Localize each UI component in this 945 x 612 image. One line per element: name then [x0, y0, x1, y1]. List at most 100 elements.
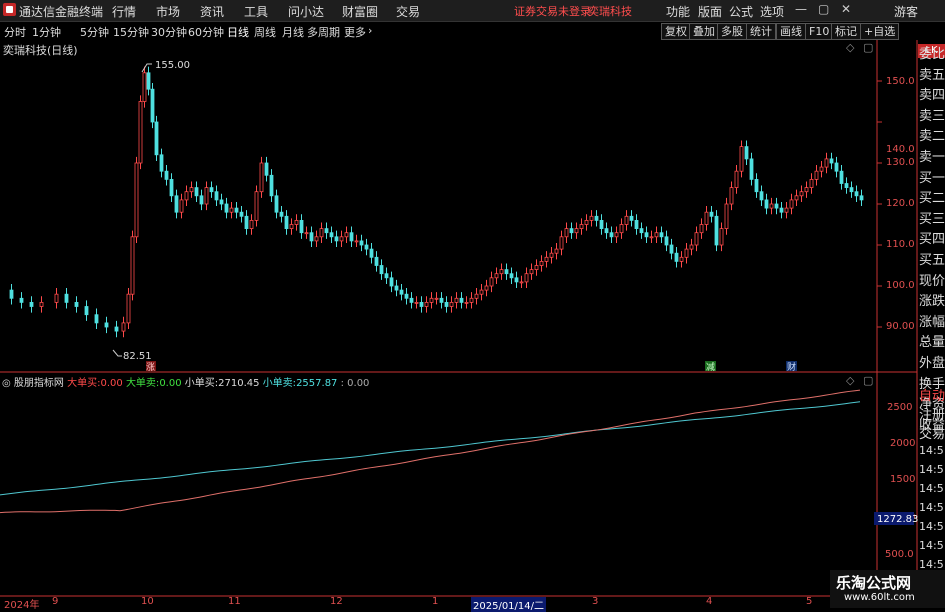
- chart-area[interactable]: 150.0 140.0 130.0 120.0 110.0 100.0 90.0…: [0, 40, 945, 608]
- candle-body: [499, 269, 504, 275]
- candle-body: [334, 236, 339, 242]
- indicator-maximize-icon[interactable]: ▢: [863, 374, 873, 387]
- candle-body: [209, 187, 214, 193]
- main-y-tick-label: 110.0: [886, 239, 915, 250]
- candle-body: [664, 236, 669, 246]
- period-60min[interactable]: 60分钟: [188, 24, 224, 40]
- candle-body: [279, 211, 284, 217]
- panel-action[interactable]: 交易: [919, 423, 945, 442]
- candle-body: [304, 232, 309, 235]
- big-buy-label: 大单买:: [67, 378, 101, 389]
- candle-body: [494, 273, 499, 279]
- quote-label: 涨幅: [919, 314, 945, 330]
- candle-body: [584, 219, 589, 225]
- tool-f10[interactable]: F10: [805, 23, 834, 40]
- candle-body: [194, 187, 199, 197]
- candle-body: [389, 277, 394, 287]
- period-more[interactable]: 更多: [344, 24, 366, 40]
- tick-time: 14:5: [919, 501, 944, 514]
- candle-body: [284, 215, 289, 230]
- date-label: 3: [592, 596, 599, 607]
- menu-zixun[interactable]: 资讯: [200, 3, 224, 20]
- small-sell-value: 2557.87: [296, 378, 338, 389]
- period-5min[interactable]: 5分钟: [80, 24, 109, 40]
- candle-body: [189, 187, 194, 193]
- period-daily[interactable]: 日线: [227, 24, 249, 40]
- candle-body: [399, 289, 404, 295]
- tick-time: 14:5: [919, 463, 944, 476]
- indicator-name[interactable]: 股朋指标网: [14, 378, 64, 389]
- menu-xuanxiang[interactable]: 选项: [760, 3, 784, 20]
- menu-wenxiaoda[interactable]: 问小达: [288, 3, 324, 20]
- candle-body: [799, 191, 804, 197]
- close-icon[interactable]: ✕: [841, 2, 851, 16]
- candle-body: [679, 256, 684, 262]
- candle-body: [589, 215, 594, 221]
- date-label: 1: [432, 596, 439, 607]
- candle-body: [404, 293, 409, 299]
- candle-body: [574, 228, 579, 234]
- candle-body: [126, 293, 131, 324]
- quote-label: 总量: [919, 335, 945, 351]
- user-label[interactable]: 游客: [894, 3, 918, 20]
- quote-label: 买四: [919, 232, 945, 248]
- tool-diejia[interactable]: 叠加: [689, 23, 719, 40]
- candle-body: [274, 195, 279, 213]
- big-sell-value: 0.00: [159, 378, 182, 389]
- maximize-pane-icon[interactable]: ▢: [863, 41, 873, 54]
- menu-banmian[interactable]: 版面: [698, 3, 722, 20]
- candle-body: [121, 322, 126, 332]
- menu-gongju[interactable]: 工具: [244, 3, 268, 20]
- tool-duogu[interactable]: 多股: [717, 23, 747, 40]
- period-1min[interactable]: 1分钟: [32, 24, 61, 40]
- tool-fuquan[interactable]: 复权: [661, 23, 691, 40]
- candle-body: [54, 293, 59, 303]
- candle-body: [859, 195, 864, 201]
- panel-action[interactable]: 注册: [919, 404, 945, 423]
- quote-label: 现价: [919, 273, 945, 289]
- candle-body: [394, 285, 399, 291]
- candle-body: [599, 219, 604, 229]
- indicator-settings-icon[interactable]: ◇: [846, 374, 854, 387]
- settings-diamond-icon[interactable]: ◇: [846, 41, 854, 54]
- menu-hangqing[interactable]: 行情: [112, 3, 136, 20]
- candle-body: [299, 219, 304, 234]
- period-weekly[interactable]: 周线: [254, 24, 276, 40]
- tool-tongji[interactable]: 统计: [746, 23, 776, 40]
- candle-body: [594, 215, 599, 221]
- period-monthly[interactable]: 月线: [282, 24, 304, 40]
- period-30min[interactable]: 30分钟: [151, 24, 187, 40]
- candle-body: [409, 297, 414, 303]
- candle-body: [39, 301, 44, 307]
- candle-body: [689, 244, 694, 250]
- candle-body: [142, 72, 147, 102]
- candle-body: [249, 219, 254, 229]
- quote-label: 卖二: [919, 129, 945, 145]
- minimize-icon[interactable]: —: [795, 2, 807, 16]
- quote-label: 卖五: [919, 67, 945, 83]
- date-label: 10: [141, 596, 154, 607]
- candle-body: [234, 207, 239, 213]
- menu-caifuquan[interactable]: 财富圈: [342, 3, 378, 20]
- tool-biaoji[interactable]: 标记: [831, 23, 861, 40]
- menu-jiaoyi[interactable]: 交易: [396, 3, 420, 20]
- period-multi[interactable]: 多周期: [307, 24, 340, 40]
- indicator-collapse-icon[interactable]: ◎: [2, 378, 11, 389]
- panel-action[interactable]: 自动: [919, 385, 945, 404]
- quote-label: 买五: [919, 253, 945, 268]
- current-stock-title: 奕瑞科技: [588, 5, 632, 18]
- candle-body: [264, 162, 269, 176]
- candle-body: [294, 219, 299, 225]
- period-15min[interactable]: 15分钟: [113, 24, 149, 40]
- tool-add-watchlist[interactable]: +自选: [860, 23, 900, 40]
- menu-shichang[interactable]: 市场: [156, 3, 180, 20]
- menu-gongneng[interactable]: 功能: [666, 3, 690, 20]
- candle-body: [424, 301, 429, 307]
- restore-icon[interactable]: ▢: [818, 2, 829, 16]
- period-fenshi[interactable]: 分时: [4, 24, 26, 40]
- chevron-right-icon[interactable]: ›: [368, 24, 372, 37]
- login-notice[interactable]: 证券交易未登录: [514, 3, 591, 19]
- menu-gongshi[interactable]: 公式: [729, 3, 753, 20]
- tool-huaxian[interactable]: 画线: [776, 23, 806, 40]
- candle-body: [624, 215, 629, 225]
